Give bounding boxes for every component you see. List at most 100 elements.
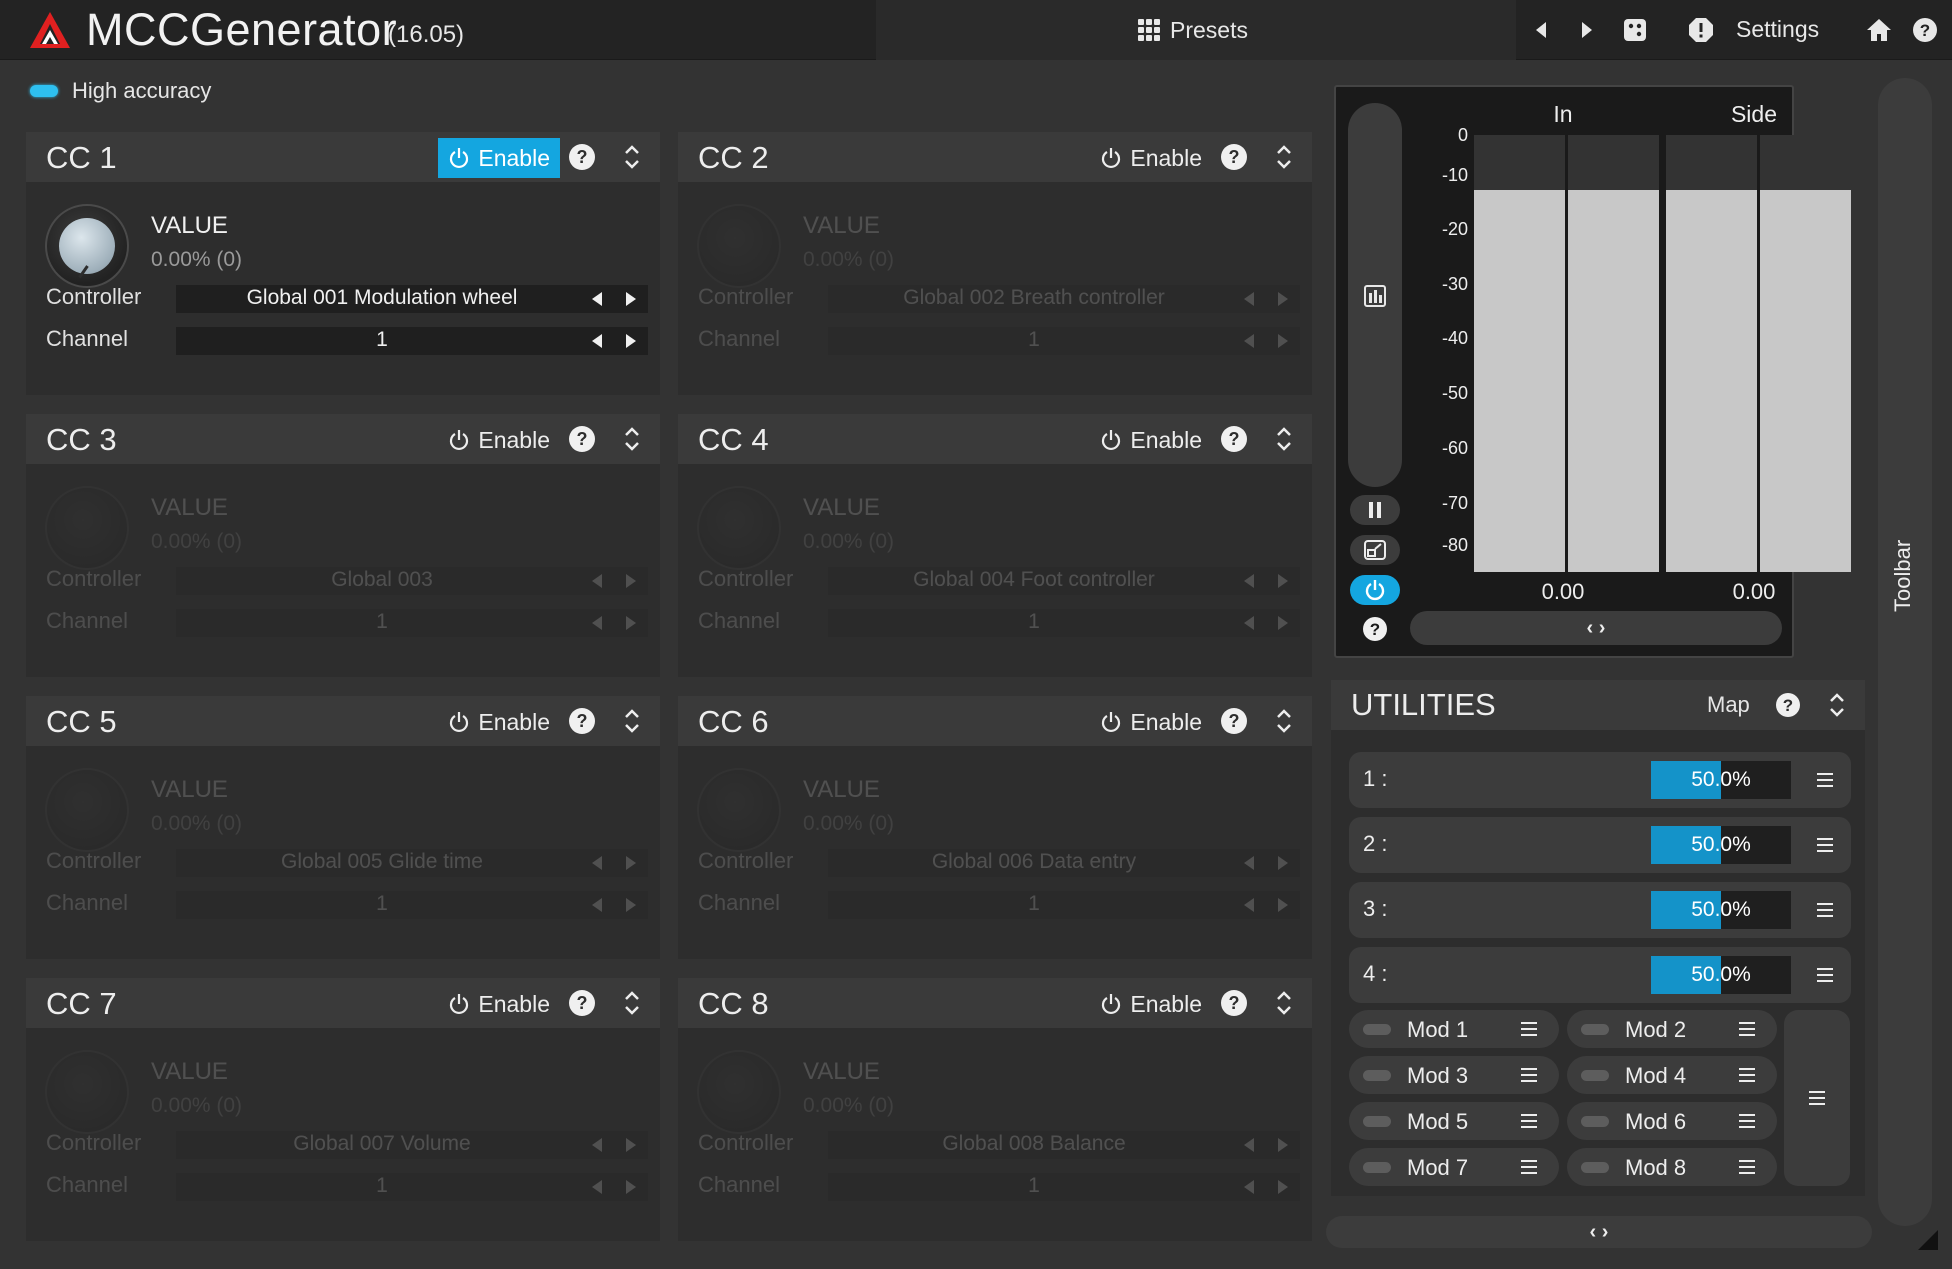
meter-power-button[interactable] — [1350, 575, 1400, 605]
enable-button[interactable]: Enable — [438, 984, 560, 1024]
utilities-help-icon[interactable]: ? — [1775, 692, 1801, 718]
settings-button[interactable]: Settings — [1736, 16, 1819, 43]
mod-button[interactable]: Mod 8 — [1567, 1148, 1777, 1186]
value-knob[interactable] — [45, 1050, 129, 1134]
arrow-right-icon[interactable] — [626, 292, 636, 306]
mod-button[interactable]: Mod 7 — [1349, 1148, 1559, 1186]
dice-icon[interactable] — [1620, 15, 1650, 45]
arrow-right-icon[interactable] — [626, 856, 636, 870]
meter-mode-icon[interactable] — [1364, 285, 1386, 307]
menu-icon[interactable] — [1739, 1114, 1755, 1128]
arrow-left-icon[interactable] — [1244, 574, 1254, 588]
arrow-left-icon[interactable] — [592, 1138, 602, 1152]
arrow-left-icon[interactable] — [1244, 856, 1254, 870]
arrow-left-icon[interactable] — [592, 856, 602, 870]
mod-button[interactable]: Mod 5 — [1349, 1102, 1559, 1140]
utility-slider[interactable]: 50.0% — [1651, 891, 1791, 929]
enable-button[interactable]: Enable — [438, 420, 560, 460]
controller-selector[interactable]: Global 002 Breath controller — [828, 285, 1300, 313]
value-knob[interactable] — [697, 486, 781, 570]
meter-gain-slider[interactable] — [1348, 103, 1402, 487]
arrow-left-icon[interactable] — [592, 898, 602, 912]
mod-button[interactable]: Mod 1 — [1349, 1010, 1559, 1048]
channel-selector[interactable]: 1 — [176, 1173, 648, 1201]
menu-icon[interactable] — [1521, 1160, 1537, 1174]
arrow-left-icon[interactable] — [1244, 1138, 1254, 1152]
arrow-right-icon[interactable] — [1278, 292, 1288, 306]
utility-slider[interactable]: 50.0% — [1651, 761, 1791, 799]
menu-icon[interactable] — [1521, 1068, 1537, 1082]
utilities-scrollbar[interactable]: ‹ › — [1326, 1216, 1872, 1248]
arrow-right-icon[interactable] — [626, 1138, 636, 1152]
presets-button[interactable]: Presets — [1138, 14, 1248, 46]
arrow-left-icon[interactable] — [1244, 898, 1254, 912]
controller-selector[interactable]: Global 008 Balance — [828, 1131, 1300, 1159]
resize-grip-icon[interactable] — [1918, 1230, 1938, 1250]
expand-collapse-icon[interactable] — [1274, 986, 1294, 1020]
controller-selector[interactable]: Global 006 Data entry — [828, 849, 1300, 877]
arrow-left-icon[interactable] — [1244, 1180, 1254, 1194]
mod-button[interactable]: Mod 2 — [1567, 1010, 1777, 1048]
arrow-left-icon[interactable] — [1244, 292, 1254, 306]
value-knob[interactable] — [45, 768, 129, 852]
enable-button[interactable]: Enable — [1090, 420, 1212, 460]
arrow-left-icon[interactable] — [1526, 15, 1556, 45]
arrow-right-icon[interactable] — [626, 334, 636, 348]
utility-slider[interactable]: 50.0% — [1651, 956, 1791, 994]
utilities-collapse-icon[interactable] — [1827, 688, 1847, 722]
enable-button[interactable]: Enable — [438, 702, 560, 742]
arrow-right-icon[interactable] — [626, 574, 636, 588]
arrow-right-icon[interactable] — [626, 616, 636, 630]
modulators-menu-button[interactable] — [1784, 1010, 1850, 1186]
help-icon[interactable]: ? — [1221, 144, 1247, 170]
arrow-right-icon[interactable] — [1278, 856, 1288, 870]
value-knob[interactable] — [45, 204, 129, 288]
map-button[interactable]: Map — [1707, 692, 1750, 718]
arrow-left-icon[interactable] — [592, 292, 602, 306]
value-knob[interactable] — [697, 204, 781, 288]
menu-icon[interactable] — [1521, 1022, 1537, 1036]
enable-button[interactable]: Enable — [1090, 984, 1212, 1024]
expand-collapse-icon[interactable] — [1274, 422, 1294, 456]
menu-icon[interactable] — [1521, 1114, 1537, 1128]
help-icon[interactable]: ? — [569, 426, 595, 452]
help-icon[interactable]: ? — [1221, 426, 1247, 452]
controller-selector[interactable]: Global 005 Glide time — [176, 849, 648, 877]
toolbar-strip[interactable] — [1878, 78, 1932, 1226]
meter-help-icon[interactable]: ? — [1362, 616, 1388, 642]
enable-button[interactable]: Enable — [1090, 702, 1212, 742]
mod-button[interactable]: Mod 4 — [1567, 1056, 1777, 1094]
mod-button[interactable]: Mod 3 — [1349, 1056, 1559, 1094]
help-icon[interactable]: ? — [1910, 15, 1940, 45]
arrow-left-icon[interactable] — [592, 616, 602, 630]
arrow-right-icon[interactable] — [1278, 574, 1288, 588]
arrow-right-icon[interactable] — [1278, 898, 1288, 912]
arrow-right-icon[interactable] — [1278, 334, 1288, 348]
meter-scrollbar[interactable]: ‹ › — [1410, 611, 1782, 645]
controller-selector[interactable]: Global 001 Modulation wheel — [176, 285, 648, 313]
menu-icon[interactable] — [1817, 773, 1833, 787]
channel-selector[interactable]: 1 — [828, 891, 1300, 919]
menu-icon[interactable] — [1817, 968, 1833, 982]
expand-collapse-icon[interactable] — [622, 140, 642, 174]
channel-selector[interactable]: 1 — [176, 891, 648, 919]
resize-meter-button[interactable] — [1350, 535, 1400, 565]
pause-button[interactable] — [1350, 495, 1400, 525]
channel-selector[interactable]: 1 — [176, 609, 648, 637]
menu-icon[interactable] — [1739, 1160, 1755, 1174]
arrow-right-icon[interactable] — [626, 898, 636, 912]
channel-selector[interactable]: 1 — [828, 1173, 1300, 1201]
menu-icon[interactable] — [1817, 838, 1833, 852]
expand-collapse-icon[interactable] — [622, 704, 642, 738]
arrow-left-icon[interactable] — [1244, 616, 1254, 630]
arrow-right-icon[interactable] — [1572, 15, 1602, 45]
mod-button[interactable]: Mod 6 — [1567, 1102, 1777, 1140]
enable-button[interactable]: Enable — [1090, 138, 1212, 178]
arrow-left-icon[interactable] — [592, 574, 602, 588]
alert-icon[interactable] — [1686, 15, 1716, 45]
channel-selector[interactable]: 1 — [828, 327, 1300, 355]
help-icon[interactable]: ? — [1221, 990, 1247, 1016]
expand-collapse-icon[interactable] — [1274, 140, 1294, 174]
expand-collapse-icon[interactable] — [1274, 704, 1294, 738]
utility-slider[interactable]: 50.0% — [1651, 826, 1791, 864]
